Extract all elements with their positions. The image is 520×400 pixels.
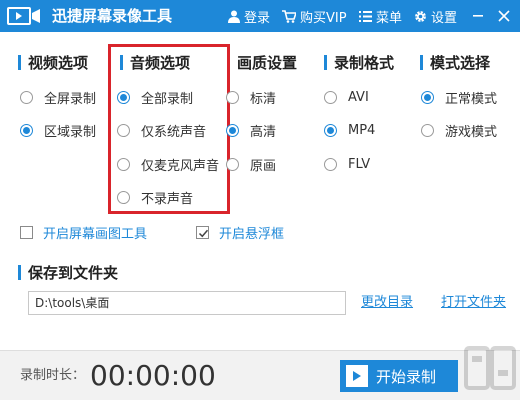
radio-mp4[interactable]: MP4 xyxy=(324,120,375,140)
play-icon xyxy=(346,365,368,387)
radio-circle xyxy=(421,90,434,104)
login-label: 登录 xyxy=(244,10,271,26)
radio-flv[interactable]: FLV xyxy=(324,154,370,174)
quality-settings-heading: 画质设置 xyxy=(237,52,297,72)
login-button[interactable]: 登录 xyxy=(228,0,270,32)
radio-circle xyxy=(226,157,239,171)
checkbox-box xyxy=(196,225,209,239)
radio-circle xyxy=(324,90,337,104)
buy-vip-label: 购买VIP xyxy=(300,10,347,26)
checkbox-brush-tool[interactable]: 开启屏幕画图工具 xyxy=(20,222,147,242)
checkbox-label: 开启悬浮框 xyxy=(219,226,285,242)
section-marker xyxy=(420,54,423,70)
checkbox-float-frame[interactable]: 开启悬浮框 xyxy=(196,222,284,242)
radio-label: 原画 xyxy=(250,158,277,174)
watermark-logo-icon xyxy=(464,346,516,390)
mode-select-title: 模式选择 xyxy=(430,53,491,72)
radio-label: MP4 xyxy=(348,122,376,138)
radio-label: 标清 xyxy=(250,91,277,107)
radio-fullscreen[interactable]: 全屏录制 xyxy=(20,87,96,107)
menu-label: 菜单 xyxy=(376,10,403,26)
open-folder-link[interactable]: 打开文件夹 xyxy=(441,293,506,313)
video-options-title: 视频选项 xyxy=(28,53,89,72)
checkbox-label: 开启屏幕画图工具 xyxy=(43,226,148,242)
radio-label: 高清 xyxy=(250,124,277,140)
section-marker xyxy=(324,54,327,70)
app-title: 迅捷屏幕录像工具 xyxy=(52,7,173,25)
buy-vip-button[interactable]: 购买VIP xyxy=(282,0,347,32)
minimize-icon xyxy=(473,15,483,17)
minimize-button[interactable] xyxy=(466,0,490,32)
gear-icon xyxy=(415,10,426,22)
radio-label: 全屏录制 xyxy=(44,91,97,107)
radio-circle xyxy=(421,123,434,137)
duration-value: 00:00:00 xyxy=(90,359,216,392)
menu-icon xyxy=(359,10,372,22)
radio-normal-mode[interactable]: 正常模式 xyxy=(421,87,497,107)
record-format-title: 录制格式 xyxy=(334,53,395,72)
radio-label: 游戏模式 xyxy=(445,124,498,140)
checkbox-box xyxy=(20,225,33,239)
radio-circle xyxy=(226,90,239,104)
settings-label: 设置 xyxy=(431,10,458,26)
radio-original[interactable]: 原画 xyxy=(226,154,276,174)
radio-circle xyxy=(226,123,239,137)
radio-label: 正常模式 xyxy=(445,91,498,107)
close-button[interactable] xyxy=(492,0,516,32)
settings-button[interactable]: 设置 xyxy=(414,0,457,32)
start-recording-label: 开始录制 xyxy=(376,367,437,386)
cart-icon xyxy=(282,9,296,23)
menu-button[interactable]: 菜单 xyxy=(359,0,402,32)
quality-settings-title: 画质设置 xyxy=(237,53,298,72)
section-marker xyxy=(18,264,21,280)
section-marker xyxy=(18,54,21,70)
record-format-heading: 录制格式 xyxy=(324,52,394,72)
start-recording-button[interactable]: 开始录制 xyxy=(340,360,458,392)
footer-bar: 录制时长： 00:00:00 开始录制 xyxy=(0,350,520,400)
radio-label: AVI xyxy=(348,89,369,105)
radio-hd[interactable]: 高清 xyxy=(226,120,276,140)
radio-circle xyxy=(20,90,33,104)
save-folder-title: 保存到文件夹 xyxy=(28,263,119,282)
radio-avi[interactable]: AVI xyxy=(324,87,369,107)
app-logo-icon xyxy=(7,7,40,25)
video-options-heading: 视频选项 xyxy=(18,52,88,72)
duration-label: 录制时长： xyxy=(20,368,86,383)
save-folder-heading: 保存到文件夹 xyxy=(18,262,118,282)
radio-circle xyxy=(20,123,33,137)
close-icon xyxy=(498,10,510,22)
radio-game-mode[interactable]: 游戏模式 xyxy=(421,120,497,140)
mode-select-heading: 模式选择 xyxy=(420,52,490,72)
radio-circle xyxy=(324,157,337,171)
radio-sd[interactable]: 标清 xyxy=(226,87,276,107)
save-path-field[interactable]: D:\tools\桌面 xyxy=(28,291,346,315)
radio-label: FLV xyxy=(348,156,371,172)
title-bar: 迅捷屏幕录像工具 登录 购买VIP 菜单 设置 xyxy=(0,0,520,32)
audio-highlight-box xyxy=(108,44,230,214)
radio-region[interactable]: 区域录制 xyxy=(20,120,96,140)
radio-circle xyxy=(324,123,337,137)
check-icon xyxy=(198,229,209,237)
radio-label: 区域录制 xyxy=(44,124,97,140)
change-directory-link[interactable]: 更改目录 xyxy=(361,293,413,313)
user-icon xyxy=(228,10,240,23)
